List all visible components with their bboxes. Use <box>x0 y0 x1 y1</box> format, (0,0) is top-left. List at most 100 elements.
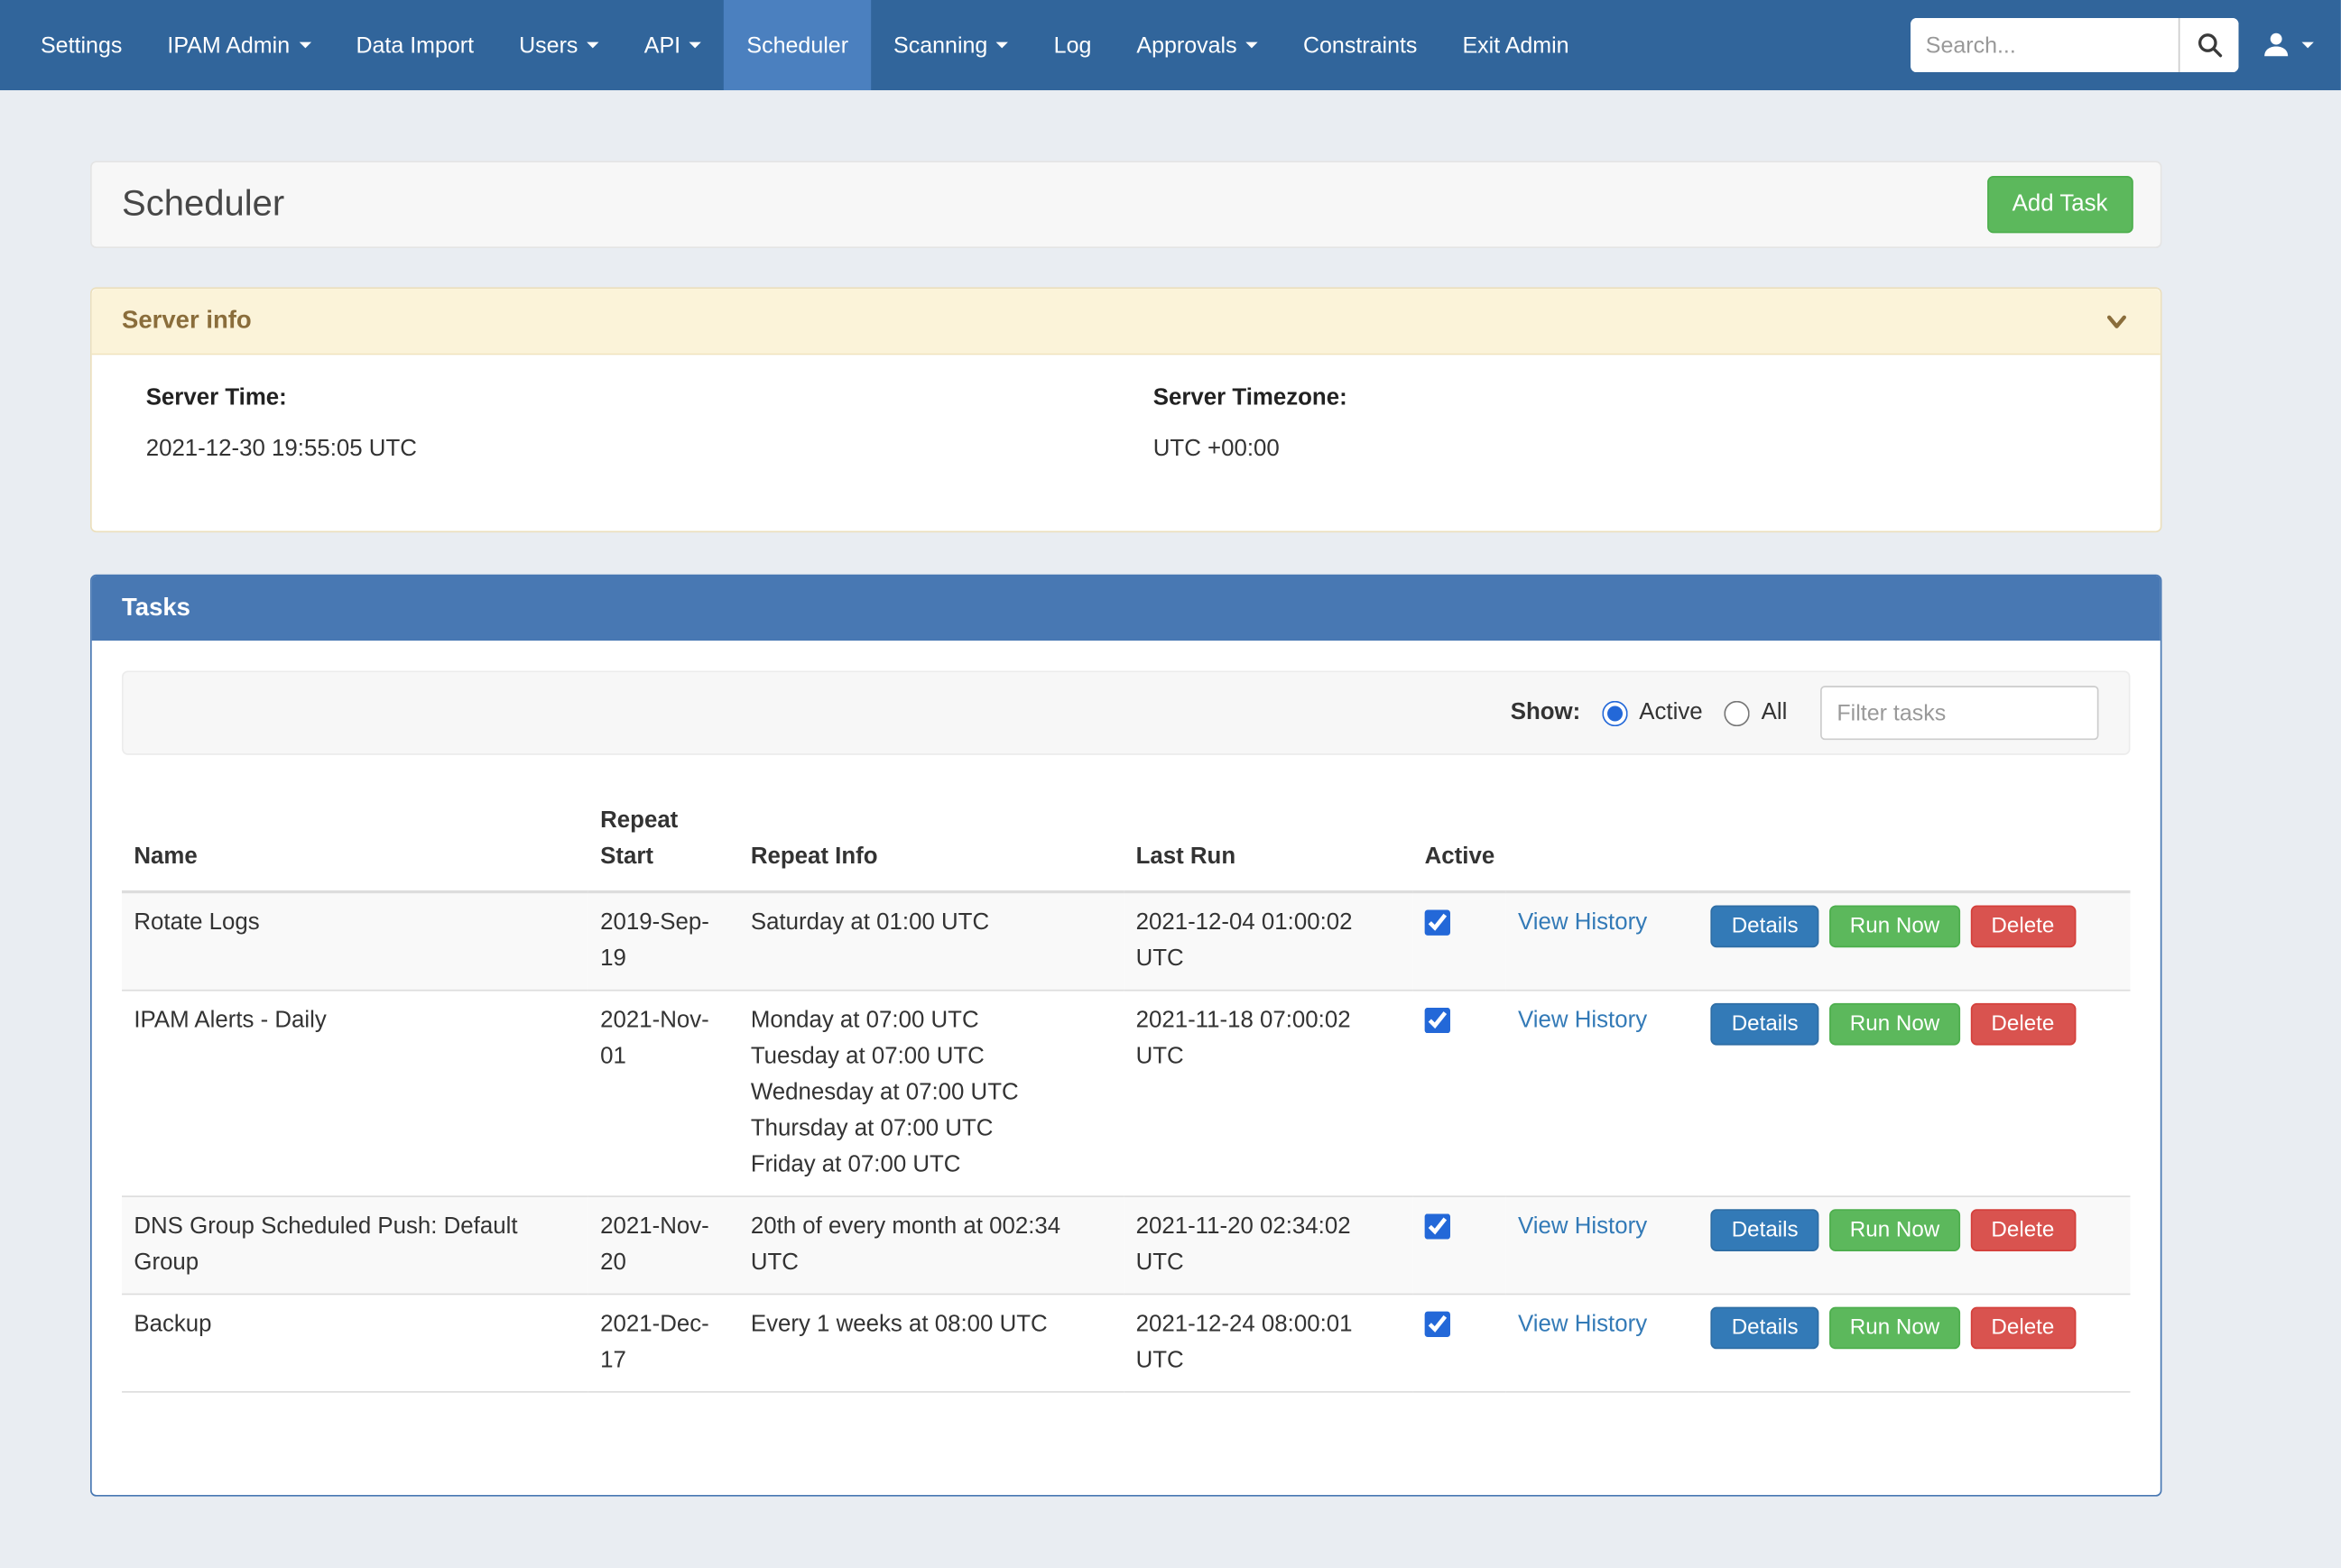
nav-right <box>1911 0 2341 90</box>
tasks-toolbar: Show: Active All <box>122 670 2130 754</box>
nav-item-ipam-admin[interactable]: IPAM Admin <box>144 0 333 90</box>
tasks-panel-body: Show: Active All <box>92 641 2161 1495</box>
nav-item-approvals[interactable]: Approvals <box>1114 0 1281 90</box>
run-now-button[interactable]: Run Now <box>1828 1003 1960 1046</box>
col-repeat-start: Repeat Start <box>588 794 739 891</box>
tasks-panel-header: Tasks <box>92 576 2161 641</box>
tasks-panel: Tasks Show: Active All <box>90 575 2161 1497</box>
task-active-checkbox[interactable] <box>1425 1213 1450 1239</box>
task-repeat-info: Every 1 weeks at 08:00 UTC <box>738 1294 1124 1391</box>
table-row: Backup 2021-Dec-17 Every 1 weeks at 08:0… <box>122 1294 2130 1391</box>
col-name: Name <box>122 794 588 891</box>
server-info-title: Server info <box>122 307 252 336</box>
task-name: Backup <box>122 1294 588 1391</box>
run-now-button[interactable]: Run Now <box>1828 1307 1960 1350</box>
user-menu[interactable] <box>2253 29 2319 62</box>
table-header: Name Repeat Start Repeat Info Last Run A… <box>122 794 2130 891</box>
filter-all-label: All <box>1762 699 1788 726</box>
server-info-panel: Server info Server Time: 2021-12-30 19:5… <box>90 287 2161 532</box>
task-last-run: 2021-12-04 01:00:02 UTC <box>1124 892 1412 991</box>
search-button[interactable] <box>2179 18 2239 72</box>
run-now-button[interactable]: Run Now <box>1828 906 1960 948</box>
view-history-link[interactable]: View History <box>1518 1312 1647 1337</box>
repeat-info-line: Saturday at 01:00 UTC <box>751 906 1112 942</box>
task-name: Rotate Logs <box>122 892 588 991</box>
add-task-button[interactable]: Add Task <box>1986 176 2133 233</box>
nav-item-settings[interactable]: Settings <box>18 0 144 90</box>
details-button[interactable]: Details <box>1710 906 1819 948</box>
table-row: IPAM Alerts - Daily 2021-Nov-01 Monday a… <box>122 991 2130 1196</box>
filter-tasks-input[interactable] <box>1820 686 2098 740</box>
col-active: Active <box>1412 794 1505 891</box>
page-title: Scheduler <box>122 183 284 226</box>
filter-active-radio[interactable]: Active <box>1602 699 1703 726</box>
task-last-run: 2021-11-18 07:00:02 UTC <box>1124 991 1412 1196</box>
caret-down-icon <box>2302 42 2314 49</box>
chevron-down-icon <box>2103 309 2130 334</box>
task-name: IPAM Alerts - Daily <box>122 991 588 1196</box>
screen: Settings IPAM Admin Data Import Users AP… <box>0 0 2341 1568</box>
run-now-button[interactable]: Run Now <box>1828 1209 1960 1251</box>
repeat-info-line: Thursday at 07:00 UTC <box>751 1111 1112 1148</box>
nav-item-users[interactable]: Users <box>496 0 622 90</box>
search-group <box>1911 18 2238 72</box>
task-last-run: 2021-12-24 08:00:01 UTC <box>1124 1294 1412 1391</box>
task-active-checkbox[interactable] <box>1425 910 1450 936</box>
view-history-link[interactable]: View History <box>1518 1213 1647 1239</box>
filter-active-label: Active <box>1639 699 1702 726</box>
table-row: DNS Group Scheduled Push: Default Group … <box>122 1196 2130 1294</box>
view-history-link[interactable]: View History <box>1518 1008 1647 1033</box>
server-info-body: Server Time: 2021-12-30 19:55:05 UTC Ser… <box>92 355 2161 530</box>
task-active-checkbox[interactable] <box>1425 1312 1450 1337</box>
navbar: Settings IPAM Admin Data Import Users AP… <box>0 0 2341 90</box>
details-button[interactable]: Details <box>1710 1209 1819 1251</box>
col-last-run: Last Run <box>1124 794 1412 891</box>
server-time-value: 2021-12-30 19:55:05 UTC <box>146 436 1153 463</box>
task-name: DNS Group Scheduled Push: Default Group <box>122 1196 588 1294</box>
task-repeat-start: 2021-Nov-20 <box>588 1196 739 1294</box>
details-button[interactable]: Details <box>1710 1003 1819 1046</box>
filter-all-radio[interactable]: All <box>1724 699 1787 726</box>
task-repeat-info: 20th of every month at 002:34 UTC <box>738 1196 1124 1294</box>
app: Settings IPAM Admin Data Import Users AP… <box>0 0 2341 1568</box>
delete-button[interactable]: Delete <box>1970 1003 2076 1046</box>
search-input[interactable] <box>1911 18 2179 72</box>
col-actions <box>1698 794 2130 891</box>
caret-down-icon <box>299 42 310 49</box>
server-timezone-label: Server Timezone: <box>1153 385 2161 412</box>
search-icon <box>2196 32 2223 59</box>
show-label: Show: <box>1511 699 1581 726</box>
nav-menu: Settings IPAM Admin Data Import Users AP… <box>18 0 1592 90</box>
delete-button[interactable]: Delete <box>1970 1307 2076 1350</box>
nav-item-log[interactable]: Log <box>1032 0 1115 90</box>
nav-item-exit-admin[interactable]: Exit Admin <box>1439 0 1591 90</box>
table-body: Rotate Logs 2019-Sep-19 Saturday at 01:0… <box>122 892 2130 1392</box>
main-content: Scheduler Add Task Server info Server Ti… <box>0 90 2161 1497</box>
filter-active-radio-input[interactable] <box>1602 700 1627 725</box>
caret-down-icon <box>587 42 598 49</box>
delete-button[interactable]: Delete <box>1970 1209 2076 1251</box>
table-row: Rotate Logs 2019-Sep-19 Saturday at 01:0… <box>122 892 2130 991</box>
user-icon <box>2260 29 2293 62</box>
nav-item-scanning[interactable]: Scanning <box>871 0 1032 90</box>
repeat-info-line: Friday at 07:00 UTC <box>751 1148 1112 1184</box>
nav-item-data-import[interactable]: Data Import <box>333 0 496 90</box>
delete-button[interactable]: Delete <box>1970 906 2076 948</box>
task-repeat-start: 2021-Nov-01 <box>588 991 739 1196</box>
view-history-link[interactable]: View History <box>1518 910 1647 936</box>
nav-item-constraints[interactable]: Constraints <box>1281 0 1439 90</box>
task-repeat-info: Monday at 07:00 UTCTuesday at 07:00 UTCW… <box>738 991 1124 1196</box>
task-active-checkbox[interactable] <box>1425 1008 1450 1033</box>
details-button[interactable]: Details <box>1710 1307 1819 1350</box>
task-repeat-info: Saturday at 01:00 UTC <box>738 892 1124 991</box>
server-info-header[interactable]: Server info <box>92 289 2161 355</box>
tasks-table: Name Repeat Start Repeat Info Last Run A… <box>122 794 2130 1392</box>
nav-item-scheduler[interactable]: Scheduler <box>724 0 871 90</box>
col-repeat-info: Repeat Info <box>738 794 1124 891</box>
server-timezone-value: UTC +00:00 <box>1153 436 2161 463</box>
nav-item-api[interactable]: API <box>622 0 725 90</box>
filter-all-radio-input[interactable] <box>1724 700 1749 725</box>
server-time-label: Server Time: <box>146 385 1153 412</box>
caret-down-icon <box>996 42 1008 49</box>
repeat-info-line: 20th of every month at 002:34 UTC <box>751 1209 1112 1281</box>
